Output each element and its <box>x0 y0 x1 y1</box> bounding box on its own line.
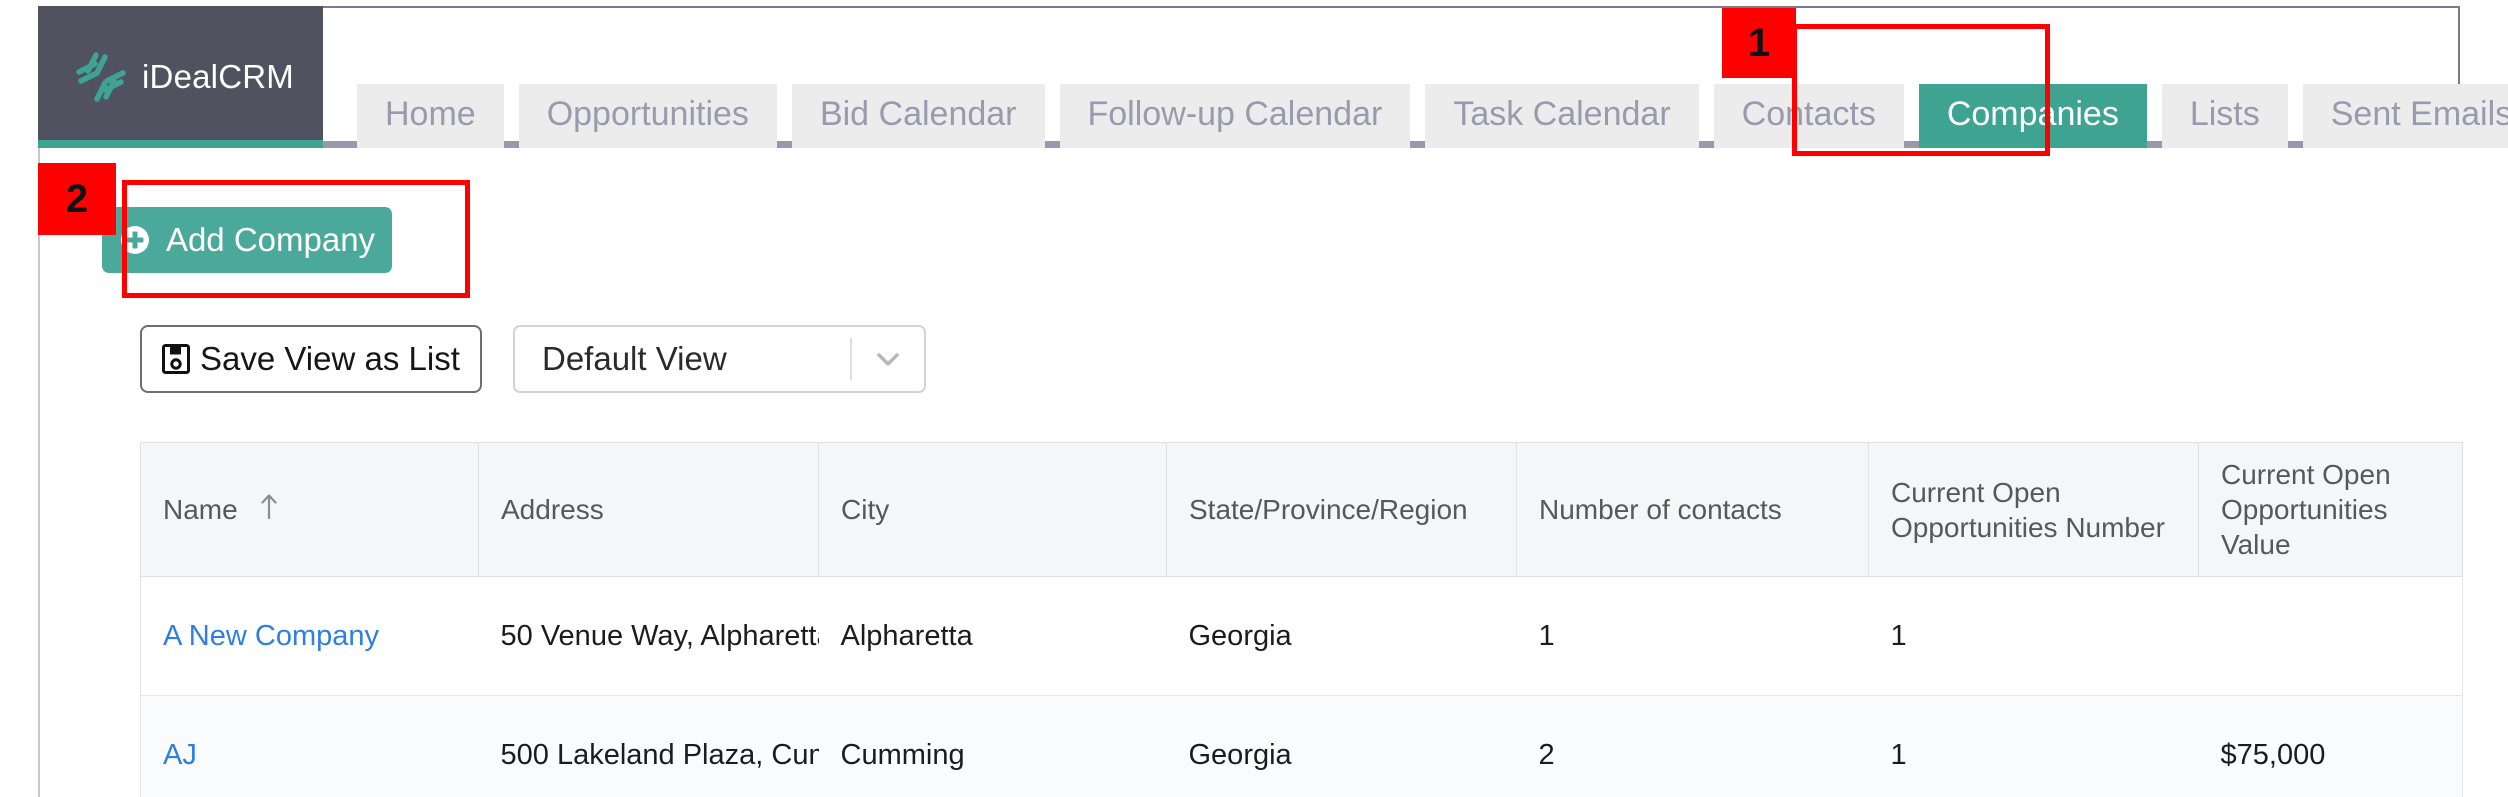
table-body: A New Company 50 Venue Way, Alpharetta, … <box>140 576 2463 797</box>
pinwheel-logo-icon <box>74 50 128 104</box>
column-header-address[interactable]: Address <box>478 442 819 577</box>
column-header-city[interactable]: City <box>818 442 1167 577</box>
column-header-contacts[interactable]: Number of contacts <box>1516 442 1869 577</box>
column-header-name-label: Name <box>163 494 238 525</box>
table-row[interactable]: A New Company 50 Venue Way, Alpharetta, … <box>140 576 2463 696</box>
companies-table-wrap: Name Address City State/Province/Region … <box>140 442 2463 797</box>
save-view-as-list-button[interactable]: Save View as List <box>140 325 482 393</box>
cell-open-opps-value: $75,000 <box>2198 695 2463 797</box>
annotation-badge-1: 1 <box>1722 8 1796 78</box>
brand-name: iDealCRM <box>142 58 294 95</box>
tab-sent-emails[interactable]: Sent Emails <box>2302 84 2508 148</box>
main-nav: Home Opportunities Bid Calendar Follow-u… <box>323 6 2508 148</box>
tab-opportunities[interactable]: Opportunities <box>518 84 777 148</box>
chevron-down-icon[interactable] <box>852 344 924 374</box>
company-link[interactable]: AJ <box>163 739 197 771</box>
cell-company-name[interactable]: AJ <box>140 695 479 797</box>
cell-city: Cumming <box>818 695 1167 797</box>
cell-contacts: 2 <box>1516 695 1869 797</box>
cell-state: Georgia <box>1166 695 1517 797</box>
brand-logo[interactable]: iDealCRM <box>38 6 323 148</box>
add-company-button[interactable]: Add Company <box>102 207 392 273</box>
tab-home[interactable]: Home <box>357 84 504 148</box>
cell-city: Alpharetta <box>818 576 1167 696</box>
column-header-name[interactable]: Name <box>140 442 479 577</box>
cell-address: 500 Lakeland Plaza, Cummin <box>478 695 819 797</box>
cell-open-opps-number: 1 <box>1868 576 2199 696</box>
cell-contacts: 1 <box>1516 576 1869 696</box>
view-select-value: Default View <box>542 340 727 377</box>
table-head: Name Address City State/Province/Region … <box>140 442 2463 577</box>
tab-lists[interactable]: Lists <box>2161 84 2288 148</box>
view-select[interactable]: Default View <box>513 325 926 393</box>
table-header-row: Name Address City State/Province/Region … <box>140 442 2463 577</box>
tab-contacts[interactable]: Contacts <box>1713 84 1904 148</box>
cell-company-name[interactable]: A New Company <box>140 576 479 696</box>
tab-task-calendar[interactable]: Task Calendar <box>1425 84 1699 148</box>
tab-follow-up-calendar[interactable]: Follow-up Calendar <box>1059 84 1411 148</box>
column-header-open-opportunities-number[interactable]: Current Open Opportunities Number <box>1868 442 2199 577</box>
annotation-badge-2: 2 <box>38 163 116 235</box>
tab-companies[interactable]: Companies <box>1918 84 2147 148</box>
column-header-open-opportunities-value[interactable]: Current Open Opportunities Value <box>2198 442 2463 577</box>
column-header-state[interactable]: State/Province/Region <box>1166 442 1517 577</box>
brand-accent-bar <box>38 140 323 148</box>
tab-bid-calendar[interactable]: Bid Calendar <box>791 84 1045 148</box>
save-floppy-icon <box>162 344 190 374</box>
save-view-as-list-label: Save View as List <box>200 340 460 377</box>
companies-table: Name Address City State/Province/Region … <box>140 442 2463 797</box>
company-link[interactable]: A New Company <box>163 620 379 652</box>
plus-circle-icon <box>119 224 151 256</box>
cell-open-opps-value <box>2198 576 2463 696</box>
app-window: iDealCRM Home Opportunities Bid Calendar… <box>0 0 2508 797</box>
add-company-label: Add Company <box>165 221 376 258</box>
top-bar: iDealCRM Home Opportunities Bid Calendar… <box>0 0 2508 148</box>
table-row[interactable]: AJ 500 Lakeland Plaza, Cummin Cumming Ge… <box>140 695 2463 797</box>
arrow-up-icon <box>259 492 279 527</box>
cell-state: Georgia <box>1166 576 1517 696</box>
cell-address: 50 Venue Way, Alpharetta, G. <box>478 576 819 696</box>
cell-open-opps-number: 1 <box>1868 695 2199 797</box>
